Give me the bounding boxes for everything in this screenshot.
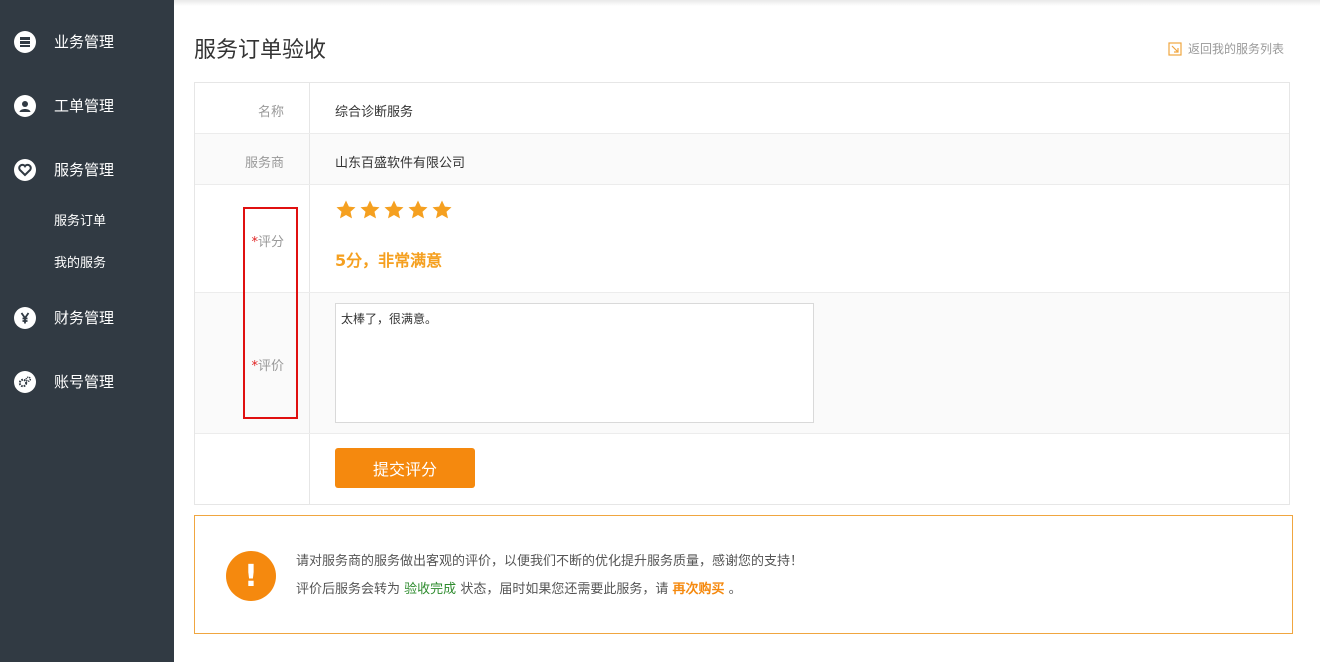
nav-label: 业务管理 xyxy=(54,33,115,51)
heart-icon xyxy=(14,159,36,181)
rating-stars[interactable] xyxy=(335,199,455,221)
notice-box: ! 请对服务商的服务做出客观的评价，以便我们不断的优化提升服务质量，感谢您的支持… xyxy=(194,515,1293,634)
form-row-provider: 服务商 山东百盛软件有限公司 xyxy=(195,134,1289,185)
back-to-services-link[interactable]: 返回我的服务列表 xyxy=(1168,40,1284,57)
nav-item-finance[interactable]: 财务管理 xyxy=(0,298,174,338)
star-icon[interactable] xyxy=(383,199,405,221)
sub-item-my-services[interactable]: 我的服务 xyxy=(54,255,106,273)
external-link-icon xyxy=(1168,41,1182,56)
rating-text: 5分，非常满意 xyxy=(335,251,443,270)
notice-line-2: 评价后服务会转为 验收完成 状态，届时如果您还需要此服务，请 再次购买 。 xyxy=(296,581,742,599)
provider-label: 服务商 xyxy=(195,134,310,184)
exclamation-icon: ! xyxy=(226,551,276,601)
star-icon[interactable] xyxy=(431,199,453,221)
form-row-submit: 提交评分 xyxy=(195,434,1289,504)
comment-label: 评价 xyxy=(257,359,284,374)
name-value: 综合诊断服务 xyxy=(335,105,414,120)
user-icon xyxy=(14,95,36,117)
comment-textarea[interactable]: 太棒了，很满意。 xyxy=(335,303,814,423)
rating-label: 评分 xyxy=(257,235,284,250)
server-icon xyxy=(14,31,36,53)
name-label: 名称 xyxy=(195,83,310,133)
comment-label-cell: *评价 xyxy=(195,293,310,433)
acceptance-form: 名称 综合诊断服务 服务商 山东百盛软件有限公司 *评分 5分，非常满意 *评价… xyxy=(194,82,1290,505)
status-accepted: 验收完成 xyxy=(404,582,457,597)
star-icon[interactable] xyxy=(359,199,381,221)
top-shadow xyxy=(174,0,1320,6)
back-link-label: 返回我的服务列表 xyxy=(1187,42,1284,56)
form-row-rating: *评分 5分，非常满意 xyxy=(195,185,1289,293)
star-icon[interactable] xyxy=(335,199,357,221)
nav-item-services[interactable]: 服务管理 xyxy=(0,150,174,190)
gears-icon xyxy=(14,371,36,393)
form-row-name: 名称 综合诊断服务 xyxy=(195,83,1289,134)
nav-label: 工单管理 xyxy=(54,97,115,115)
sub-item-service-orders[interactable]: 服务订单 xyxy=(54,213,106,231)
notice-middle: 状态，届时如果您还需要此服务，请 xyxy=(460,582,669,597)
provider-value: 山东百盛软件有限公司 xyxy=(335,156,466,171)
nav-item-tickets[interactable]: 工单管理 xyxy=(0,86,174,126)
yen-icon xyxy=(14,307,36,329)
nav-item-account[interactable]: 账号管理 xyxy=(0,362,174,402)
nav-label: 服务管理 xyxy=(54,161,115,179)
submit-rating-button[interactable]: 提交评分 xyxy=(335,448,475,488)
star-icon[interactable] xyxy=(407,199,429,221)
notice-prefix: 评价后服务会转为 xyxy=(296,582,401,597)
form-row-comment: *评价 太棒了，很满意。 xyxy=(195,293,1289,434)
empty-label-cell xyxy=(195,434,310,504)
rating-label-cell: *评分 xyxy=(195,185,310,292)
nav-label: 财务管理 xyxy=(54,309,115,327)
notice-suffix: 。 xyxy=(728,582,742,597)
sidebar: 业务管理 工单管理 服务管理 服务订单 我的服务 财务管理 账号管理 xyxy=(0,0,174,662)
buy-again-link[interactable]: 再次购买 xyxy=(672,582,724,597)
nav-item-business[interactable]: 业务管理 xyxy=(0,22,174,62)
notice-line-1: 请对服务商的服务做出客观的评价，以便我们不断的优化提升服务质量，感谢您的支持！ xyxy=(296,554,804,569)
page-title: 服务订单验收 xyxy=(194,38,327,63)
nav-label: 账号管理 xyxy=(54,373,115,391)
